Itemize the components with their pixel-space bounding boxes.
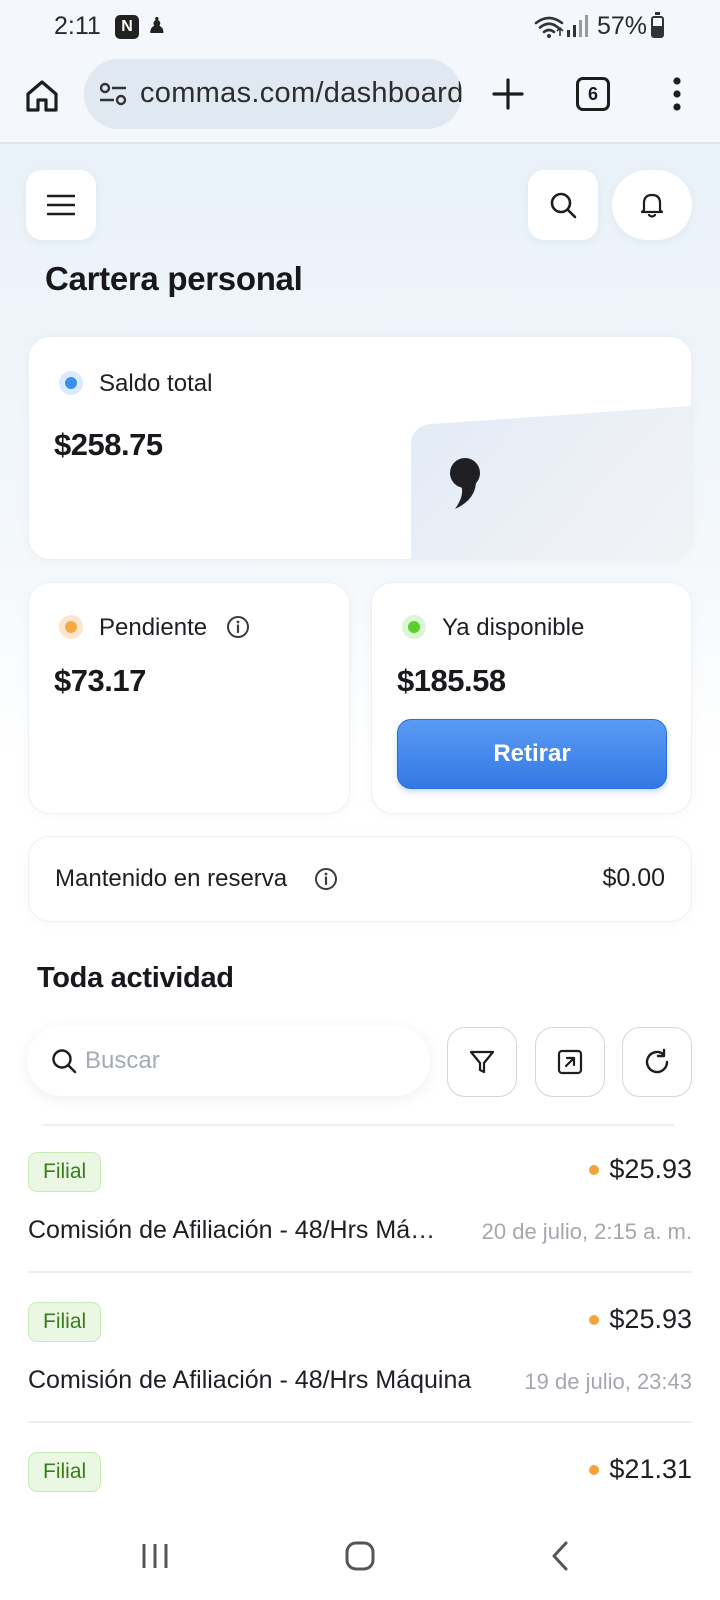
tune-icon[interactable]: [98, 81, 128, 107]
row-description: Comisión de Afiliación - 48/Hrs Máquina: [28, 1216, 448, 1244]
list-divider: [28, 1271, 692, 1273]
more-vert-icon[interactable]: [660, 74, 694, 114]
status-time: 2:11: [54, 12, 101, 40]
available-card: Ya disponible $185.58 Retirar: [371, 582, 692, 814]
signal-icon: [567, 15, 588, 37]
row-amount: $21.31: [589, 1454, 692, 1485]
amount-value: $21.31: [609, 1454, 692, 1484]
bell-icon: [640, 193, 664, 218]
withdraw-button[interactable]: Retirar: [397, 719, 667, 789]
nav-recent-icon[interactable]: [140, 1540, 170, 1572]
activity-row[interactable]: Filial $21.31: [28, 1452, 692, 1516]
list-divider: [44, 1124, 674, 1126]
pending-dot: [589, 1464, 600, 1475]
row-description: Comisión de Afiliación - 48/Hrs Máquina: [28, 1366, 472, 1394]
refresh-button[interactable]: [622, 1027, 692, 1097]
dashboard-page: Cartera personal Saldo total $258.75 Pen…: [0, 144, 720, 1516]
pending-dot: [589, 1314, 600, 1325]
available-dot: [402, 615, 426, 639]
plus-icon[interactable]: [488, 74, 528, 114]
reserve-value: $0.00: [602, 864, 665, 892]
pending-dot: [59, 615, 83, 639]
menu-button[interactable]: [26, 170, 96, 240]
url-text[interactable]: commas.com/dashboard: [140, 77, 462, 110]
tabs-button[interactable]: 6: [576, 77, 610, 111]
notifications-button[interactable]: [612, 170, 692, 240]
row-date: 20 de julio, 2:15 a. m.: [481, 1219, 692, 1244]
pending-dot: [589, 1164, 600, 1175]
amount-value: $25.93: [609, 1304, 692, 1334]
reserve-label: Mantenido en reserva: [55, 865, 288, 892]
search-icon: [550, 192, 577, 219]
system-nav-bar: [0, 1516, 720, 1600]
home-icon[interactable]: [22, 76, 62, 116]
list-divider: [28, 1421, 692, 1423]
address-bar[interactable]: commas.com/dashboard: [84, 59, 462, 129]
search-input[interactable]: [85, 1043, 415, 1079]
export-button[interactable]: [535, 1027, 605, 1097]
search-icon: [52, 1049, 77, 1074]
total-balance-card: Saldo total $258.75: [28, 336, 692, 560]
pending-card: Pendiente $73.17: [28, 582, 350, 814]
row-amount: $25.93: [589, 1304, 692, 1335]
status-bar: 2:11 N ♟ 57%: [0, 0, 720, 52]
available-label: Ya disponible: [442, 614, 585, 641]
amount-value: $25.93: [609, 1154, 692, 1184]
info-icon[interactable]: [226, 615, 250, 639]
page-title: Cartera personal: [45, 260, 303, 297]
notification-app-icon: N: [115, 15, 139, 39]
notification-game-icon: ♟: [147, 13, 167, 38]
battery-icon: [651, 12, 664, 38]
wifi-icon: [534, 16, 564, 38]
search-button[interactable]: [528, 170, 598, 240]
type-badge: Filial: [28, 1452, 102, 1492]
refresh-icon: [645, 1048, 669, 1074]
balance-label: Saldo total: [99, 370, 213, 397]
nav-back-icon[interactable]: [548, 1540, 572, 1572]
activity-search[interactable]: [27, 1026, 430, 1096]
commas-logo-icon: [450, 458, 480, 509]
export-icon: [557, 1049, 583, 1075]
pending-label: Pendiente: [99, 614, 208, 641]
nav-home-icon[interactable]: [344, 1540, 376, 1572]
row-amount: $25.93: [589, 1154, 692, 1185]
reserve-card: Mantenido en reserva $0.00: [28, 836, 692, 922]
filter-icon: [469, 1050, 495, 1074]
activity-title: Toda actividad: [37, 962, 234, 994]
type-badge: Filial: [28, 1152, 102, 1192]
pending-value: $73.17: [54, 663, 146, 698]
filter-button[interactable]: [447, 1027, 517, 1097]
balance-dot: [59, 371, 83, 395]
balance-value: $258.75: [54, 427, 163, 462]
battery-percent: 57%: [597, 12, 648, 40]
available-value: $185.58: [397, 663, 506, 698]
info-icon[interactable]: [314, 867, 338, 891]
browser-toolbar: commas.com/dashboard 6: [0, 52, 720, 144]
type-badge: Filial: [28, 1302, 102, 1342]
hamburger-icon: [47, 194, 75, 216]
row-date: 19 de julio, 23:43: [524, 1369, 692, 1394]
